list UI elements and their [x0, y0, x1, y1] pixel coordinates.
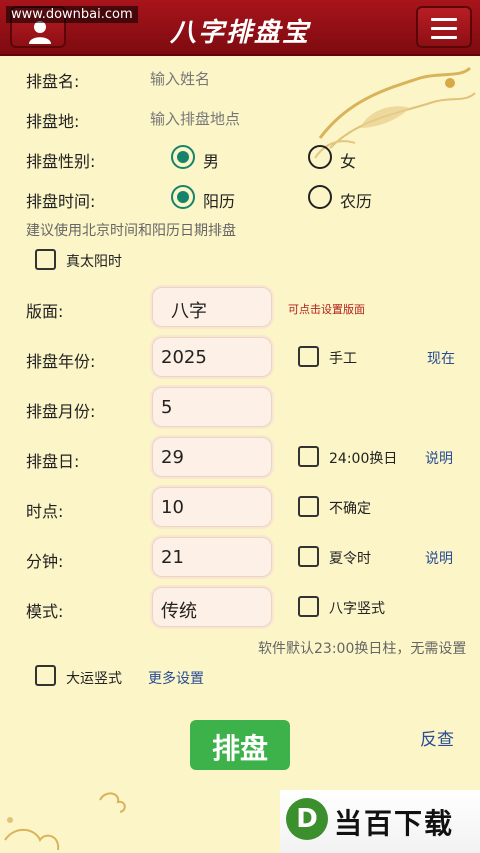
dst-label: 夏令时 [329, 551, 371, 567]
mode-label: 模式: [26, 602, 64, 621]
layout-field[interactable]: 八字 [152, 287, 272, 327]
dst-checkbox[interactable] [298, 546, 319, 567]
brand-logo-icon: D [286, 798, 328, 840]
day-change-label: 24:00换日 [329, 451, 398, 467]
cloud-decoration-icon [4, 792, 126, 851]
brand-logo: D 当百下载 [280, 790, 480, 853]
day-change-checkbox[interactable] [298, 446, 319, 467]
minute-label: 分钟: [26, 552, 64, 571]
dayun-vertical-checkbox[interactable] [35, 665, 56, 686]
vertical-bazi-checkbox[interactable] [298, 596, 319, 617]
layout-label: 版面: [26, 302, 64, 321]
name-input[interactable]: 输入姓名 [150, 68, 300, 92]
now-link[interactable]: 现在 [427, 348, 455, 368]
layout-hint[interactable]: 可点击设置版面 [288, 301, 365, 317]
day-label: 排盘日: [26, 452, 80, 471]
gender-female-label: 女 [340, 152, 357, 171]
calendar-label: 排盘时间: [26, 192, 96, 211]
month-label: 排盘月份: [26, 402, 96, 421]
brand-logo-text: 当百下载 [334, 807, 455, 840]
more-settings-link[interactable]: 更多设置 [148, 668, 204, 688]
manual-checkbox[interactable] [298, 346, 319, 367]
dst-help-link[interactable]: 说明 [425, 548, 453, 568]
dayun-vertical-label: 大运竖式 [66, 671, 122, 687]
day-input[interactable]: 29 [152, 437, 272, 477]
menu-button[interactable] [416, 6, 472, 48]
mode-field[interactable]: 传统 [152, 587, 272, 627]
place-input[interactable]: 输入排盘地点 [150, 108, 300, 132]
calendar-solar-radio[interactable] [171, 185, 195, 209]
place-label: 排盘地: [26, 112, 80, 131]
hour-label: 时点: [26, 502, 64, 521]
day-help-link[interactable]: 说明 [425, 448, 453, 468]
reverse-lookup-link[interactable]: 反查 [420, 725, 454, 750]
gender-female-radio[interactable] [308, 145, 332, 169]
hour-input[interactable]: 10 [152, 487, 272, 527]
vertical-bazi-label: 八字竖式 [329, 601, 385, 617]
uncertain-checkbox[interactable] [298, 496, 319, 517]
true-solar-checkbox[interactable] [35, 249, 56, 270]
calendar-solar-label: 阳历 [203, 192, 236, 211]
calendar-lunar-radio[interactable] [308, 185, 332, 209]
true-solar-label: 真太阳时 [66, 254, 122, 270]
calendar-hint: 建议使用北京时间和阳历日期排盘 [26, 223, 236, 239]
year-label: 排盘年份: [26, 352, 96, 371]
year-input[interactable]: 2025 [152, 337, 272, 377]
hamburger-icon [431, 18, 457, 45]
month-input[interactable]: 5 [152, 387, 272, 427]
paipan-button[interactable]: 排盘 [190, 720, 290, 770]
name-label: 排盘名: [26, 72, 80, 91]
uncertain-label: 不确定 [329, 501, 371, 517]
gender-label: 排盘性别: [26, 152, 96, 171]
app-header: 八字排盘宝 www.downbai.com [0, 0, 480, 56]
calendar-lunar-label: 农历 [340, 192, 373, 211]
gender-male-label: 男 [203, 152, 220, 171]
default-hint: 软件默认23:00换日柱，无需设置 [258, 641, 467, 657]
minute-input[interactable]: 21 [152, 537, 272, 577]
gender-male-radio[interactable] [171, 145, 195, 169]
watermark: www.downbai.com [6, 6, 138, 23]
manual-label: 手工 [329, 351, 357, 367]
